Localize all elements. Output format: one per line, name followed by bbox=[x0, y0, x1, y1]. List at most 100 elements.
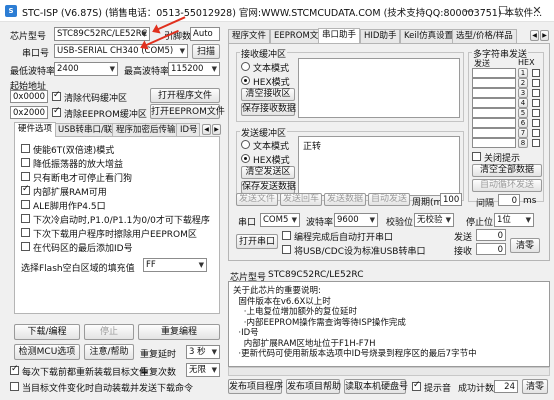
option-watchdog-checkbox[interactable] bbox=[21, 172, 30, 181]
minimize-icon[interactable]: — bbox=[452, 0, 486, 22]
multi-send-button[interactable]: 1 bbox=[518, 68, 528, 78]
tab-scroll-left-icon[interactable]: ◀ bbox=[530, 30, 539, 41]
option-ext-ram-checkbox[interactable] bbox=[21, 184, 30, 195]
multi-hex-checkbox[interactable] bbox=[532, 89, 540, 97]
send-enter-button[interactable]: 发送回车 bbox=[280, 193, 322, 206]
multi-hex-checkbox[interactable] bbox=[532, 69, 540, 77]
option-cold-start-checkbox[interactable] bbox=[21, 214, 30, 223]
download-program-button[interactable]: 下载/编程 bbox=[14, 324, 80, 340]
parity-select[interactable]: 无校验 ▼ bbox=[414, 213, 454, 227]
option-6t-checkbox[interactable] bbox=[21, 144, 30, 153]
multi-hex-checkbox[interactable] bbox=[532, 109, 540, 117]
horizontal-scrollbar[interactable] bbox=[228, 367, 550, 376]
multi-send-button[interactable]: 3 bbox=[518, 88, 528, 98]
multi-send-button[interactable]: 4 bbox=[518, 98, 528, 108]
code-address-input[interactable]: 0x0000 bbox=[10, 90, 48, 103]
min-baud-select[interactable]: 2400 ▼ bbox=[54, 62, 118, 76]
clear-count-button[interactable]: 清零 bbox=[510, 238, 540, 253]
period-input[interactable]: 100 bbox=[440, 193, 462, 206]
clear-code-checkbox[interactable] bbox=[52, 90, 61, 101]
read-disk-id-button[interactable]: 读取本机硬盘号 bbox=[344, 379, 408, 394]
clear-receive-button[interactable]: 清空接收区 bbox=[241, 88, 295, 101]
multi-send-button[interactable]: 5 bbox=[518, 108, 528, 118]
multi-send-button[interactable]: 2 bbox=[518, 78, 528, 88]
recv-text-mode-radio[interactable] bbox=[241, 62, 250, 71]
send-textarea[interactable]: 正转 bbox=[298, 136, 460, 196]
multi-send-input[interactable] bbox=[472, 118, 516, 128]
close-tip-checkbox[interactable] bbox=[472, 152, 481, 161]
flash-fill-select[interactable]: FF ▼ bbox=[143, 258, 207, 272]
option-gain-checkbox[interactable] bbox=[21, 158, 30, 167]
open-eeprom-button[interactable]: 打开EEPROM文件 bbox=[150, 104, 225, 119]
scan-button[interactable]: 扫描 bbox=[192, 44, 220, 59]
multi-send-input[interactable] bbox=[472, 128, 516, 138]
log-textarea[interactable]: 关于此芯片的重要说明: 固件版本在v6.6X以上时 ·上电复位增加额外的复位延时… bbox=[228, 281, 550, 367]
stop-bits-select[interactable]: 1位 ▼ bbox=[494, 213, 534, 227]
close-icon[interactable]: ✕ bbox=[520, 0, 554, 22]
multi-send-input[interactable] bbox=[472, 68, 516, 78]
port-select[interactable]: USB-SERIAL CH340 (COM5) ▼ bbox=[54, 44, 188, 58]
send-hex-mode-radio[interactable] bbox=[241, 154, 250, 163]
repeat-count-select[interactable]: 无限 ▼ bbox=[186, 363, 220, 377]
multi-hex-checkbox[interactable] bbox=[532, 129, 540, 137]
reprogram-button[interactable]: 重复编程 bbox=[138, 324, 220, 340]
option-add-id-checkbox[interactable] bbox=[21, 242, 30, 251]
receive-textarea[interactable] bbox=[298, 58, 460, 118]
reload-checkbox[interactable] bbox=[10, 364, 19, 375]
option-ale-checkbox[interactable] bbox=[21, 200, 30, 209]
multi-send-button[interactable]: 6 bbox=[518, 118, 528, 128]
interval-input[interactable]: 0 bbox=[498, 194, 520, 206]
tab-scroll-right-icon[interactable]: ▶ bbox=[540, 30, 549, 41]
repeat-delay-select[interactable]: 3 秒 ▼ bbox=[186, 345, 220, 359]
tab-encrypted-transfer[interactable]: 程序加密后传输 bbox=[112, 123, 180, 137]
detect-mcu-button[interactable]: 检测MCU选项 bbox=[14, 344, 80, 360]
recv-hex-mode-radio[interactable] bbox=[241, 76, 250, 85]
tab-program-file[interactable]: 程序文件 bbox=[228, 29, 271, 43]
serial-port-select[interactable]: COM5 ▼ bbox=[260, 213, 300, 227]
open-serial-button[interactable]: 打开串口 bbox=[236, 234, 278, 249]
multi-send-input[interactable] bbox=[472, 88, 516, 98]
send-text-mode-radio[interactable] bbox=[241, 140, 250, 149]
multi-send-button[interactable]: 7 bbox=[518, 128, 528, 138]
auto-open-checkbox[interactable] bbox=[282, 231, 291, 240]
multi-send-button[interactable]: 8 bbox=[518, 138, 528, 148]
help-button[interactable]: 注意/帮助 bbox=[84, 344, 134, 360]
multi-send-input[interactable] bbox=[472, 98, 516, 108]
auto-loop-send-button[interactable]: 自动循环发送 bbox=[472, 179, 542, 192]
multi-send-input[interactable] bbox=[472, 138, 516, 148]
tab-selection-price[interactable]: 选型/价格/样品 bbox=[452, 29, 517, 43]
usb-cdc-checkbox[interactable] bbox=[282, 245, 291, 254]
publish-program-button[interactable]: 发布项目程序 bbox=[228, 379, 283, 394]
option-erase-eeprom-checkbox[interactable] bbox=[21, 228, 30, 237]
tab-serial-assistant[interactable]: 串口助手 bbox=[318, 28, 361, 43]
clear-eeprom-checkbox[interactable] bbox=[52, 106, 61, 117]
tab-hid-assistant[interactable]: HID助手 bbox=[360, 29, 401, 43]
clear-send-button[interactable]: 清空发送区 bbox=[241, 166, 295, 179]
save-receive-button[interactable]: 保存接收数据 bbox=[241, 103, 296, 116]
pin-count-select[interactable]: Auto bbox=[190, 27, 220, 41]
clear-success-button[interactable]: 清零 bbox=[522, 379, 548, 394]
multi-send-input[interactable] bbox=[472, 108, 516, 118]
auto-load-checkbox[interactable] bbox=[10, 382, 19, 391]
maximize-icon[interactable]: ☐ bbox=[486, 0, 520, 22]
multi-hex-checkbox[interactable] bbox=[532, 119, 540, 127]
beep-checkbox[interactable] bbox=[412, 380, 421, 391]
tab-keil-settings[interactable]: Keil仿真设置 bbox=[400, 29, 458, 43]
chip-model-select[interactable]: STC89C52RC/LE52RC ▼ bbox=[54, 27, 150, 41]
publish-help-button[interactable]: 发布项目帮助 bbox=[286, 379, 341, 394]
max-baud-select[interactable]: 115200 ▼ bbox=[168, 62, 220, 76]
tab-hardware-options[interactable]: 硬件选项 bbox=[14, 122, 57, 137]
clear-all-data-button[interactable]: 清空全部数据 bbox=[472, 164, 542, 177]
send-file-button[interactable]: 发送文件 bbox=[236, 193, 278, 206]
stop-button[interactable]: 停止 bbox=[84, 324, 134, 340]
multi-hex-checkbox[interactable] bbox=[532, 79, 540, 87]
tab-id[interactable]: ID号 bbox=[176, 123, 200, 137]
tab-scroll-left-icon[interactable]: ◀ bbox=[202, 124, 211, 135]
tab-scroll-right-icon[interactable]: ▶ bbox=[212, 124, 221, 135]
multi-send-input[interactable] bbox=[472, 78, 516, 88]
baud-rate-select[interactable]: 9600 ▼ bbox=[334, 213, 378, 227]
open-program-button[interactable]: 打开程序文件 bbox=[150, 88, 220, 103]
eeprom-address-input[interactable]: 0x2000 bbox=[10, 106, 48, 119]
multi-hex-checkbox[interactable] bbox=[532, 99, 540, 107]
auto-send-button[interactable]: 自动发送 bbox=[368, 193, 410, 206]
